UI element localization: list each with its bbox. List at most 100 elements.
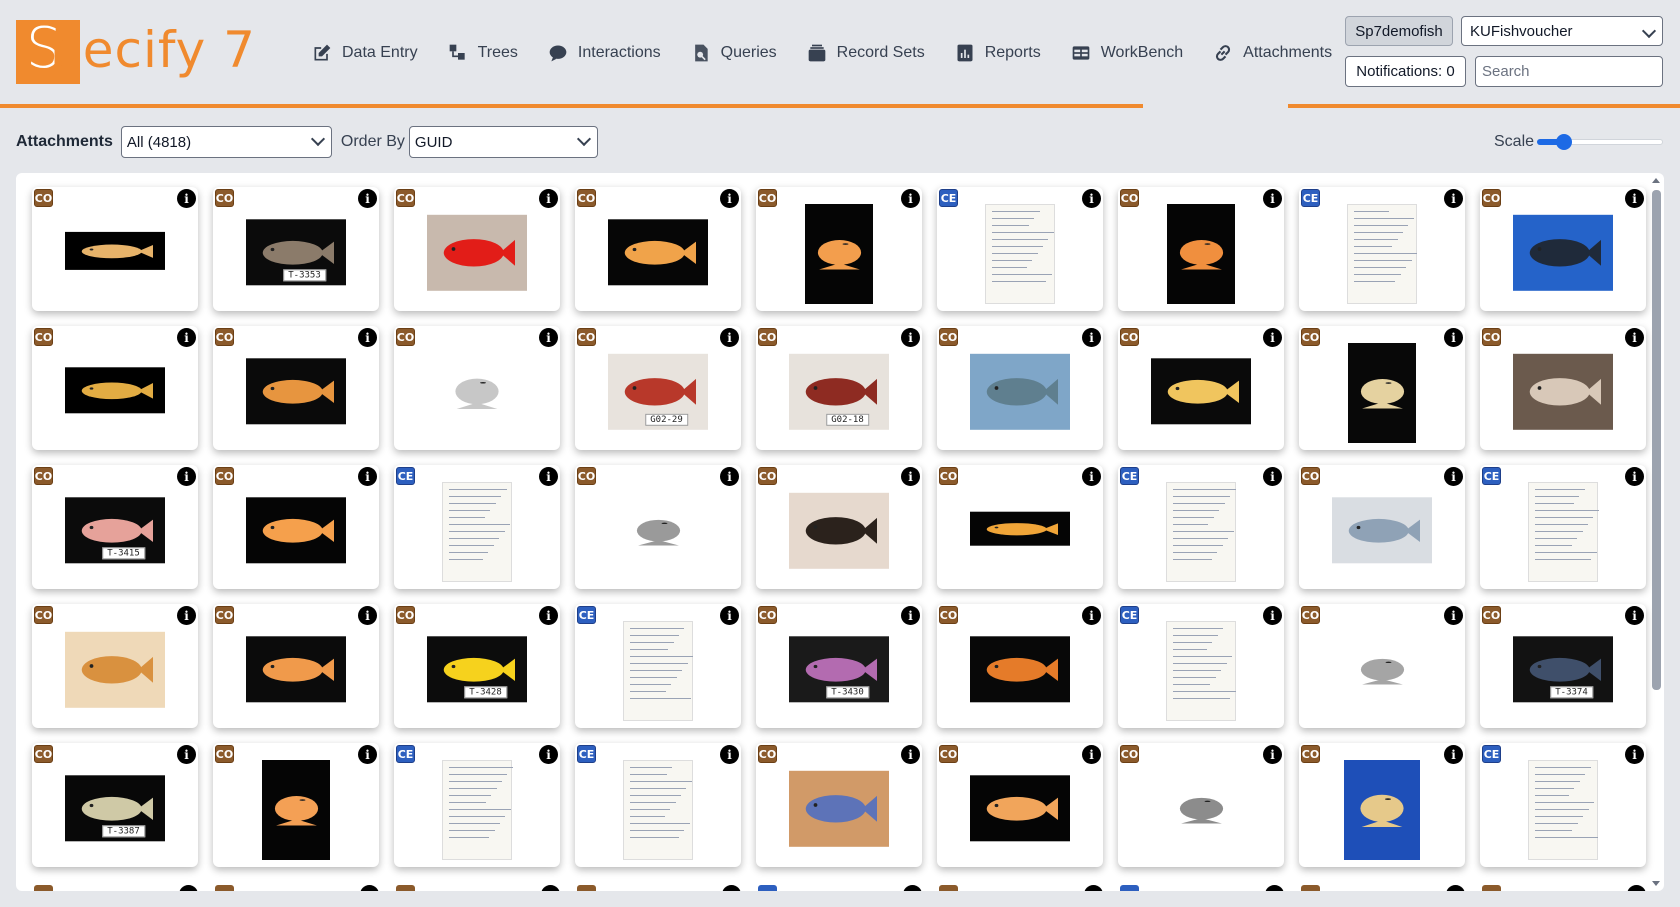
- attachment-card[interactable]: CO i: [937, 604, 1103, 728]
- info-icon[interactable]: i: [720, 467, 739, 486]
- info-icon[interactable]: i: [901, 328, 920, 347]
- attachment-card[interactable]: CE i: [1480, 465, 1646, 589]
- nav-interactions[interactable]: Interactions: [536, 38, 673, 68]
- field-notes-thumbnail[interactable]: [1528, 760, 1598, 860]
- info-icon[interactable]: i: [177, 328, 196, 347]
- collecting-event-badge[interactable]: CE: [577, 606, 596, 624]
- attachment-card[interactable]: CO i: [394, 187, 560, 311]
- collecting-event-badge[interactable]: CE: [1301, 189, 1320, 207]
- collecting-event-badge[interactable]: [758, 885, 777, 891]
- attachment-card[interactable]: CO i: [1480, 326, 1646, 450]
- info-icon[interactable]: i: [720, 745, 739, 764]
- specimen-thumbnail[interactable]: [789, 492, 889, 569]
- attachment-card[interactable]: CO i: [1118, 187, 1284, 311]
- info-icon[interactable]: i: [901, 606, 920, 625]
- collection-object-badge[interactable]: CO: [34, 189, 53, 207]
- specimen-thumbnail[interactable]: [789, 770, 889, 847]
- info-icon[interactable]: i: [1444, 189, 1463, 208]
- info-icon[interactable]: i: [901, 745, 920, 764]
- attachment-card[interactable]: CO i: [1118, 743, 1284, 867]
- info-icon[interactable]: i: [1444, 467, 1463, 486]
- attachment-card[interactable]: CO i: [756, 465, 922, 589]
- info-icon[interactable]: i: [1082, 467, 1101, 486]
- field-notes-thumbnail[interactable]: [442, 482, 512, 582]
- info-icon[interactable]: i: [1082, 745, 1101, 764]
- field-notes-thumbnail[interactable]: [1347, 204, 1418, 304]
- attachment-card[interactable]: CO i: [213, 326, 379, 450]
- specimen-thumbnail[interactable]: [1348, 343, 1416, 443]
- specimen-thumbnail[interactable]: [1332, 497, 1432, 564]
- specimen-thumbnail[interactable]: [1167, 204, 1235, 304]
- collection-object-badge[interactable]: CO: [215, 467, 234, 485]
- attachment-card[interactable]: CO i T-3415: [32, 465, 198, 589]
- info-icon[interactable]: i: [1444, 606, 1463, 625]
- collection-object-badge[interactable]: CO: [1301, 606, 1320, 624]
- specimen-thumbnail[interactable]: T-3430: [789, 636, 889, 703]
- collecting-event-badge[interactable]: CE: [1120, 467, 1139, 485]
- info-icon[interactable]: i: [358, 467, 377, 486]
- attachment-card[interactable]: CE i: [1118, 465, 1284, 589]
- collection-object-badge[interactable]: CO: [1301, 328, 1320, 346]
- info-icon[interactable]: [179, 885, 198, 891]
- field-notes-thumbnail[interactable]: [442, 760, 513, 860]
- specify-logo[interactable]: S pecify 7: [16, 16, 256, 84]
- info-icon[interactable]: i: [720, 189, 739, 208]
- nav-record-sets[interactable]: Record Sets: [795, 38, 937, 68]
- attachment-card[interactable]: CO i: [1299, 465, 1465, 589]
- collection-object-badge[interactable]: CO: [939, 328, 958, 346]
- specimen-thumbnail[interactable]: [1171, 760, 1231, 860]
- info-icon[interactable]: [1446, 885, 1465, 891]
- collection-object-badge[interactable]: CO: [758, 467, 777, 485]
- collection-object-badge[interactable]: CO: [215, 189, 234, 207]
- attachment-card[interactable]: CE i: [575, 743, 741, 867]
- specimen-thumbnail[interactable]: [442, 343, 512, 443]
- info-icon[interactable]: i: [539, 606, 558, 625]
- info-icon[interactable]: i: [1263, 606, 1282, 625]
- search-input[interactable]: [1475, 56, 1663, 87]
- collecting-event-badge[interactable]: CE: [1482, 467, 1501, 485]
- info-icon[interactable]: i: [901, 189, 920, 208]
- attachment-card[interactable]: CO i: [394, 326, 560, 450]
- info-icon[interactable]: i: [1263, 467, 1282, 486]
- info-icon[interactable]: [1627, 885, 1646, 891]
- info-icon[interactable]: [903, 885, 922, 891]
- specimen-thumbnail[interactable]: [608, 219, 708, 286]
- specimen-thumbnail[interactable]: [1344, 760, 1420, 860]
- collecting-event-badge[interactable]: CE: [396, 467, 415, 485]
- scrollbar-thumb[interactable]: [1652, 190, 1661, 690]
- info-icon[interactable]: i: [358, 745, 377, 764]
- collecting-event-badge[interactable]: CE: [577, 745, 596, 763]
- scroll-up-arrow[interactable]: [1652, 178, 1660, 183]
- collection-select[interactable]: KUFishvoucher: [1461, 16, 1663, 46]
- specimen-thumbnail[interactable]: [970, 775, 1070, 842]
- attachment-card[interactable]: CO i T-3430: [756, 604, 922, 728]
- collection-object-badge[interactable]: CO: [939, 606, 958, 624]
- attachment-card[interactable]: CO i: [32, 604, 198, 728]
- attachment-card[interactable]: CO i: [32, 326, 198, 450]
- collection-object-badge[interactable]: CO: [1120, 189, 1139, 207]
- collection-object-badge[interactable]: CO: [396, 189, 415, 207]
- collection-object-badge[interactable]: CO: [758, 606, 777, 624]
- attachment-card[interactable]: CE i: [394, 743, 560, 867]
- attachment-card[interactable]: CE i: [575, 604, 741, 728]
- info-icon[interactable]: i: [539, 189, 558, 208]
- collection-object-badge[interactable]: CO: [396, 606, 415, 624]
- info-icon[interactable]: i: [177, 745, 196, 764]
- field-notes-thumbnail[interactable]: [623, 760, 693, 860]
- order-by-select[interactable]: GUID: [408, 126, 598, 158]
- collection-object-badge[interactable]: [939, 885, 958, 891]
- info-icon[interactable]: i: [1625, 189, 1644, 208]
- info-icon[interactable]: i: [1625, 745, 1644, 764]
- collection-object-badge[interactable]: [215, 885, 234, 891]
- info-icon[interactable]: i: [358, 606, 377, 625]
- collection-object-badge[interactable]: CO: [396, 328, 415, 346]
- info-icon[interactable]: i: [1263, 745, 1282, 764]
- attachment-card[interactable]: CO i G02-29: [575, 326, 741, 450]
- specimen-thumbnail[interactable]: [1151, 358, 1251, 425]
- collection-object-badge[interactable]: [34, 885, 53, 891]
- collection-object-badge[interactable]: CO: [577, 328, 596, 346]
- specimen-thumbnail[interactable]: G02-18: [789, 353, 889, 430]
- specimen-thumbnail[interactable]: [246, 497, 346, 564]
- specimen-thumbnail[interactable]: T-3387: [65, 775, 165, 842]
- collection-object-badge[interactable]: [1482, 885, 1501, 891]
